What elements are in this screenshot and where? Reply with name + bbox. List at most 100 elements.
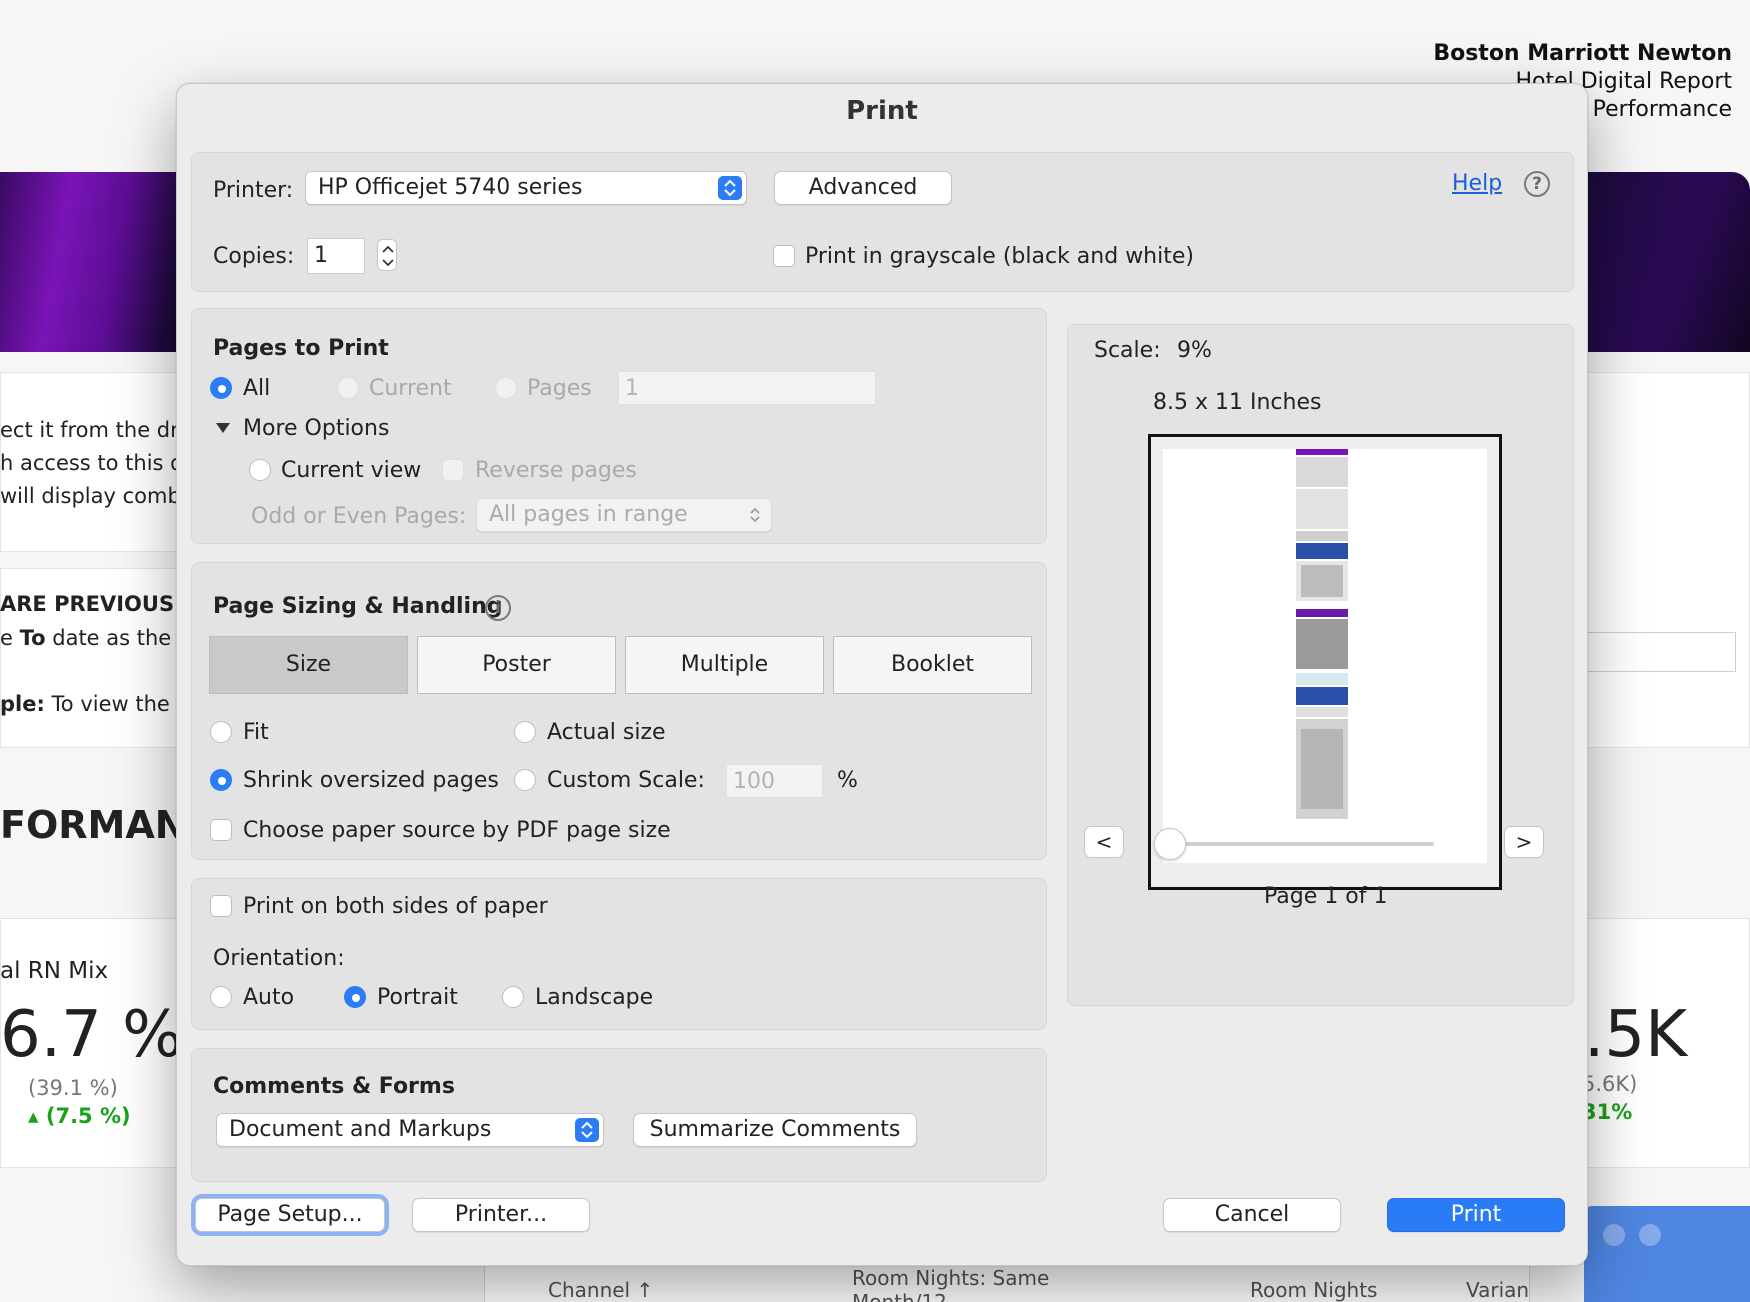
reverse-pages-label: Reverse pages	[475, 458, 637, 483]
widget-dot-icon	[1639, 1224, 1661, 1246]
both-sides-checkbox[interactable]	[210, 895, 232, 917]
compare-text: e To date as the la	[0, 626, 197, 650]
chevron-updown-icon	[743, 503, 767, 527]
chevron-updown-icon	[718, 176, 742, 200]
grayscale-label: Print in grayscale (black and white)	[805, 244, 1194, 269]
orientation-portrait-label: Portrait	[377, 985, 458, 1010]
print-button[interactable]: Print	[1387, 1198, 1565, 1232]
custom-scale-field[interactable]: 100	[726, 764, 823, 798]
disclosure-triangle-icon[interactable]	[215, 420, 231, 439]
more-options-label[interactable]: More Options	[243, 416, 389, 441]
rn-mix-value: 6.7 %	[0, 998, 183, 1072]
pages-current-label: Current	[369, 376, 452, 401]
paper-size-label: 8.5 x 11 Inches	[1153, 390, 1322, 415]
compare-heading: ARE PREVIOUS M	[0, 592, 203, 616]
orientation-landscape-label: Landscape	[535, 985, 654, 1010]
orientation-landscape-radio[interactable]	[502, 986, 524, 1008]
scale-label: Scale:	[1094, 338, 1161, 363]
orientation-label: Orientation:	[213, 946, 345, 971]
right-metric-previous: 5.6K)	[1582, 1072, 1638, 1096]
info-icon[interactable]: i	[485, 595, 511, 621]
widget-dot-icon	[1603, 1224, 1625, 1246]
page-preview	[1148, 434, 1502, 890]
right-metric-value: .5K	[1584, 998, 1688, 1072]
date-input-bg	[1580, 632, 1736, 672]
print-dialog: Print Printer: HP Officejet 5740 series …	[176, 83, 1588, 1266]
preview-next-button[interactable]: >	[1504, 826, 1544, 858]
advanced-button[interactable]: Advanced	[774, 171, 952, 205]
table-header-variance[interactable]: Varian	[1466, 1278, 1529, 1302]
comments-forms-value: Document and Markups	[229, 1117, 492, 1142]
percent-sign: %	[837, 768, 858, 793]
printer-select-value: HP Officejet 5740 series	[318, 175, 583, 200]
cancel-button[interactable]: Cancel	[1163, 1198, 1341, 1232]
right-metric-delta: 31%	[1582, 1100, 1633, 1124]
tab-size[interactable]: Size	[209, 636, 408, 694]
hotel-name: Boston Marriott Newton	[1433, 41, 1732, 66]
tab-poster[interactable]: Poster	[417, 636, 616, 694]
example-text: ple: To view the Fe	[0, 692, 201, 716]
up-arrow-icon: ▴	[28, 1104, 39, 1128]
pages-all-radio[interactable]	[210, 377, 232, 399]
preview-prev-button[interactable]: <	[1084, 826, 1124, 858]
preview-slider-knob[interactable]	[1154, 828, 1186, 860]
page-setup-button[interactable]: Page Setup...	[195, 1198, 385, 1232]
pages-range-label: Pages	[527, 376, 592, 401]
custom-scale-radio[interactable]	[514, 769, 536, 791]
info-text-line: will display combi	[0, 484, 187, 508]
tab-multiple[interactable]: Multiple	[625, 636, 824, 694]
help-link[interactable]: Help	[1452, 171, 1502, 196]
preview-sheet	[1163, 449, 1487, 863]
header-banner-right	[1570, 172, 1750, 352]
help-icon[interactable]: ?	[1524, 171, 1550, 197]
reverse-pages-checkbox[interactable]	[442, 459, 464, 481]
actual-size-label: Actual size	[547, 720, 666, 745]
pages-range-field[interactable]: 1	[618, 371, 876, 405]
rn-mix-previous: (39.1 %)	[28, 1076, 118, 1100]
shrink-oversized-radio[interactable]	[210, 769, 232, 791]
comments-forms-select[interactable]: Document and Markups	[216, 1113, 604, 1147]
printer-select[interactable]: HP Officejet 5740 series	[305, 171, 747, 205]
printer-button[interactable]: Printer...	[412, 1198, 590, 1232]
pages-all-label: All	[243, 376, 271, 401]
chat-widget[interactable]	[1584, 1206, 1750, 1302]
copies-stepper[interactable]	[377, 239, 397, 271]
shrink-oversized-label: Shrink oversized pages	[243, 768, 499, 793]
current-view-radio[interactable]	[249, 459, 271, 481]
table-header-rn-same[interactable]: Room Nights: Same Month/12	[852, 1266, 1049, 1302]
odd-even-label: Odd or Even Pages:	[251, 504, 467, 529]
table-header-rn[interactable]: Room Nights	[1250, 1278, 1377, 1302]
grayscale-checkbox[interactable]	[773, 245, 795, 267]
pages-to-print-heading: Pages to Print	[213, 336, 389, 361]
fit-radio[interactable]	[210, 721, 232, 743]
preview-slider-track[interactable]	[1166, 842, 1434, 846]
odd-even-select[interactable]: All pages in range	[476, 498, 772, 532]
scale-value: 9%	[1177, 338, 1212, 363]
paper-source-checkbox[interactable]	[210, 819, 232, 841]
preview-thumbnail	[1296, 449, 1348, 819]
table-header-channel[interactable]: Channel ↑	[548, 1278, 653, 1302]
both-sides-label: Print on both sides of paper	[243, 894, 548, 919]
pages-range-radio[interactable]	[495, 377, 517, 399]
copies-field[interactable]: 1	[307, 238, 365, 274]
page-indicator: Page 1 of 1	[1264, 884, 1388, 909]
dialog-title: Print	[846, 96, 918, 126]
custom-scale-label: Custom Scale:	[547, 768, 705, 793]
right-card	[1570, 372, 1750, 748]
orientation-auto-radio[interactable]	[210, 986, 232, 1008]
rn-mix-delta: ▴ (7.5 %)	[28, 1104, 131, 1128]
fit-label: Fit	[243, 720, 269, 745]
tab-booklet[interactable]: Booklet	[833, 636, 1032, 694]
pages-current-radio[interactable]	[337, 377, 359, 399]
paper-source-label: Choose paper source by PDF page size	[243, 818, 671, 843]
chevron-updown-icon	[575, 1118, 599, 1142]
printer-label: Printer:	[213, 178, 294, 203]
info-text-line: h access to this da	[0, 451, 197, 475]
orientation-auto-label: Auto	[243, 985, 295, 1010]
actual-size-radio[interactable]	[514, 721, 536, 743]
copies-label: Copies:	[213, 244, 295, 269]
orientation-portrait-radio[interactable]	[344, 986, 366, 1008]
sort-arrow-icon: ↑	[636, 1278, 654, 1302]
summarize-comments-button[interactable]: Summarize Comments	[633, 1113, 917, 1147]
comments-forms-heading: Comments & Forms	[213, 1074, 455, 1099]
